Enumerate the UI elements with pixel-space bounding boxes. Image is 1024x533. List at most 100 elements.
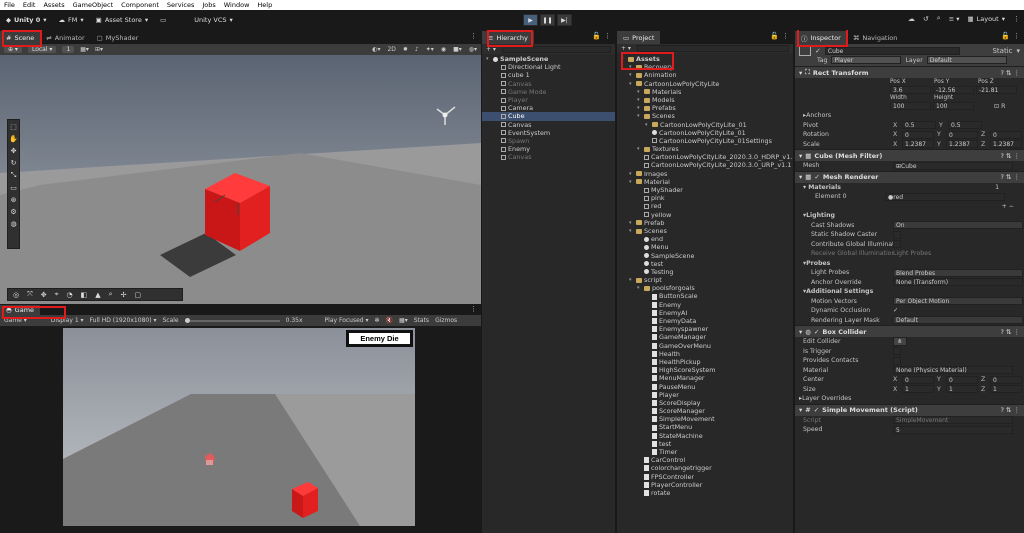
mesh-field[interactable]: ⊞Cube (893, 161, 1013, 170)
project-item[interactable]: Enemyspawner (617, 325, 793, 333)
rect-tool-icon[interactable]: ▭ (10, 184, 17, 192)
lighting-foldout[interactable]: ▾ Lighting (795, 211, 1024, 221)
tab-navigation[interactable]: ⌘ Navigation (847, 31, 904, 44)
more-menu-icon[interactable]: ⋮ (1013, 32, 1020, 40)
foldout-arrow-icon[interactable]: ▾ (637, 112, 642, 120)
tab-hierarchy[interactable]: ≡ Hierarchy (482, 31, 534, 44)
account-button[interactable]: ◆ Unity 0 ▾ (0, 16, 53, 24)
menu-file[interactable]: File (4, 1, 15, 9)
component-menu-icons[interactable]: ? ⇅ ⋮ (1000, 69, 1020, 77)
snap-icon[interactable]: ⊞▾ (95, 46, 103, 53)
grid-icon[interactable]: ▦▾ (399, 317, 408, 324)
center-y-field[interactable]: 0 (946, 375, 978, 384)
step-button[interactable]: ▶| (557, 14, 572, 26)
scale-z-field[interactable]: 1.2387 (990, 140, 1022, 149)
gizmos-button[interactable]: Gizmos (435, 317, 457, 324)
project-item[interactable]: HighScoreSystem (617, 366, 793, 374)
foldout-arrow-icon[interactable]: ▾ (629, 71, 634, 79)
anchors-row[interactable]: ▸ Anchors (795, 111, 1024, 121)
hierarchy-item[interactable]: Enemy (482, 145, 615, 153)
foldout-arrow-icon[interactable]: ▾ (629, 178, 634, 186)
menu-window[interactable]: Window (224, 1, 250, 9)
project-item[interactable]: Player (617, 391, 793, 399)
foldout-arrow-icon[interactable]: ▾ (621, 55, 626, 63)
hierarchy-item[interactable]: Canvas (482, 80, 615, 88)
more-menu-icon[interactable]: ⋮ (470, 32, 477, 40)
project-item[interactable]: PauseMenu (617, 383, 793, 391)
additional-settings-foldout[interactable]: ▾ Additional Settings (795, 287, 1024, 297)
more-menu-icon[interactable]: ⋮ (604, 32, 611, 40)
component-menu-icons[interactable]: ? ⇅ ⋮ (1000, 173, 1020, 181)
project-item[interactable]: Timer (617, 448, 793, 456)
project-item[interactable]: SimpleMovement (617, 415, 793, 423)
more-menu-icon[interactable]: ⋮ (782, 32, 789, 40)
script-field[interactable]: SimpleMovement (893, 416, 1013, 425)
project-item[interactable]: red (617, 202, 793, 210)
cloud-diagnostics-button[interactable]: ▭ (154, 16, 172, 24)
project-item[interactable]: ▾ Materials (617, 88, 793, 96)
more-menu-icon[interactable]: ⋮ (470, 305, 477, 313)
contribute-gi-checkbox[interactable] (893, 240, 901, 249)
rotation-y-field[interactable]: 0 (946, 130, 978, 139)
move-tool-icon[interactable]: ✥ (11, 147, 17, 155)
object-name-field[interactable]: Cube (824, 46, 960, 55)
dynamic-occlusion-checkbox[interactable]: ✓ (893, 307, 898, 314)
play-button[interactable]: ▶ (523, 14, 538, 26)
project-item[interactable]: ▾ CartoonLowPolyCityLite_01 (617, 121, 793, 129)
project-item[interactable]: FPSController (617, 473, 793, 481)
mesh-renderer-header[interactable]: ▾ ▦ ✓ Mesh Renderer? ⇅ ⋮ (795, 170, 1024, 183)
menu-assets[interactable]: Assets (43, 1, 64, 9)
game-viewport[interactable] (0, 326, 481, 533)
rotation-x-field[interactable]: 0 (902, 130, 934, 139)
pivot-y-field[interactable]: 0.5 (948, 121, 982, 130)
tab-scene[interactable]: # Scene (0, 31, 41, 44)
center-z-field[interactable]: 0 (990, 375, 1022, 384)
project-item[interactable]: test (617, 440, 793, 448)
box-collider-header[interactable]: ▾ ◍ ✓ Box Collider? ⇅ ⋮ (795, 325, 1024, 337)
rect-transform-header[interactable]: ▾ ⛶ Rect Transform? ⇅ ⋮ (795, 66, 1024, 78)
tool-icon[interactable]: ◎ (13, 291, 19, 299)
more-menu-icon[interactable]: ⋮ (1013, 15, 1020, 23)
search-icon[interactable]: ⌕ (937, 14, 941, 23)
vcs-button[interactable]: Unity VCS ▾ (188, 16, 239, 24)
view-tool-icon[interactable]: ⬚ (10, 123, 17, 131)
project-item[interactable]: ▾ Prefab (617, 219, 793, 227)
mesh-filter-header[interactable]: ▾ ▦ Cube (Mesh Filter)? ⇅ ⋮ (795, 149, 1024, 161)
project-item[interactable]: Menu (617, 243, 793, 251)
foldout-arrow-icon[interactable]: ▾ (629, 276, 634, 284)
project-item[interactable]: StateMachine (617, 432, 793, 440)
size-y-field[interactable]: 1 (946, 385, 978, 394)
stats-button[interactable]: Stats (414, 317, 429, 324)
tool-icon[interactable]: ⌕ (109, 290, 113, 299)
hand-tool-icon[interactable]: ✋ (9, 135, 18, 143)
tag-dropdown[interactable]: Player (831, 56, 902, 64)
cloud-icon[interactable]: ☁ (908, 15, 915, 23)
project-item[interactable]: ▾ script (617, 276, 793, 284)
pos-x-field[interactable]: 3.6 (890, 85, 931, 94)
provides-contacts-checkbox[interactable] (893, 356, 901, 365)
chevron-down-icon[interactable]: ▾ (1016, 47, 1020, 55)
layer-overrides-foldout[interactable]: ▸ Layer Overrides (795, 394, 1024, 404)
project-item[interactable]: ▾ Animation (617, 71, 793, 79)
hierarchy-search-input[interactable] (501, 45, 611, 53)
tab-animator[interactable]: ⇌ Animator (40, 31, 90, 44)
material-element-field[interactable]: ●red (885, 192, 1005, 201)
enabled-checkbox[interactable]: ✓ (814, 328, 819, 336)
layers-dropdown[interactable]: ≡ ▾ (949, 15, 960, 23)
hierarchy-item[interactable]: Cube (482, 112, 615, 121)
foldout-arrow-icon[interactable]: ▾ (637, 145, 642, 153)
project-item[interactable]: ▾ Assets (617, 55, 793, 63)
menu-gameobject[interactable]: GameObject (73, 1, 114, 9)
game-mode-dropdown[interactable]: Game ▾ (4, 317, 27, 324)
pivot-x-field[interactable]: 0.5 (902, 121, 936, 130)
project-item[interactable]: EnemyData (617, 317, 793, 325)
project-item[interactable]: colorchangetrigger (617, 464, 793, 472)
component-menu-icons[interactable]: ? ⇅ ⋮ (1000, 328, 1020, 336)
hierarchy-item[interactable]: ▾ SampleScene (482, 55, 615, 63)
fx-icon[interactable]: ✦▾ (426, 46, 434, 53)
project-item[interactable]: pink (617, 194, 793, 202)
tab-game[interactable]: ◓ Game (0, 305, 41, 315)
is-trigger-checkbox[interactable] (893, 347, 901, 356)
project-item[interactable]: test (617, 260, 793, 268)
pause-button[interactable]: ❚❚ (540, 14, 555, 26)
